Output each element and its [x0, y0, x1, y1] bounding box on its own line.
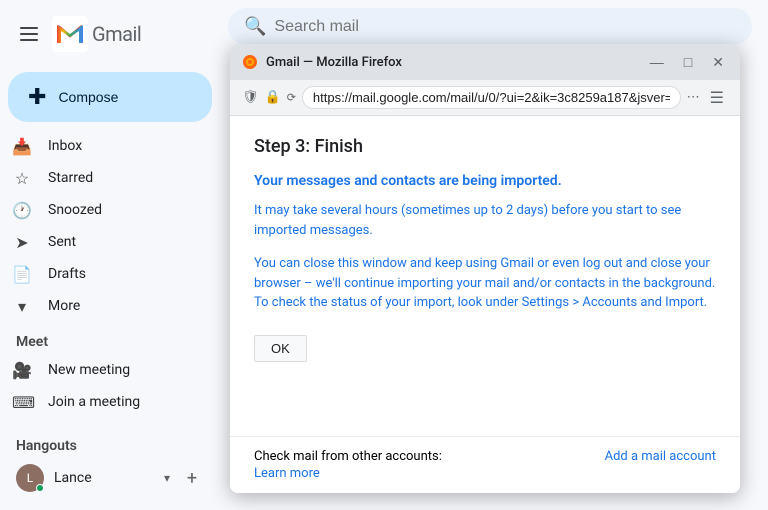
hangouts-user-item[interactable]: L Lance ▾ + — [0, 458, 220, 498]
sidebar-item-starred-label: Starred — [48, 170, 188, 186]
browser-window: Gmail — Mozilla Firefox — □ ✕ 🛡 🔒 ⟳ ⋯ ☰ … — [230, 44, 740, 493]
hangouts-dropdown-icon[interactable]: ▾ — [164, 471, 170, 485]
main-content: 🔍 Gmail — Mozilla Firefox — □ ✕ 🛡 🔒 ⟳ — [220, 0, 768, 510]
hamburger-menu-button[interactable] — [16, 23, 42, 45]
search-icon: 🔍 — [244, 16, 266, 37]
import-para2: You can close this window and keep using… — [254, 254, 716, 313]
meet-section-label: Meet — [0, 322, 220, 354]
sidebar-item-sent-label: Sent — [48, 234, 188, 250]
sidebar-item-join-meeting[interactable]: ⌨ Join a meeting — [0, 386, 204, 418]
browser-titlebar: Gmail — Mozilla Firefox — □ ✕ — [230, 44, 740, 80]
check-mail-row: Check mail from other accounts: Learn mo… — [254, 449, 716, 481]
keyboard-icon: ⌨ — [12, 393, 32, 412]
sidebar-item-drafts-label: Drafts — [48, 266, 188, 282]
browser-menu-button[interactable]: ☰ — [706, 86, 728, 109]
browser-tab-title: Gmail — Mozilla Firefox — [266, 55, 638, 70]
drafts-icon: 📄 — [12, 265, 32, 284]
sidebar-item-sent[interactable]: ➤ Sent — [0, 226, 204, 258]
browser-content: Step 3: Finish Your messages and contact… — [230, 116, 740, 436]
sidebar-item-more-label: More — [48, 298, 188, 314]
compose-button[interactable]: ✚ Compose — [8, 72, 212, 122]
hangouts-section: Hangouts L Lance ▾ + — [0, 426, 220, 498]
video-icon: 🎥 — [12, 361, 32, 380]
check-mail-left: Check mail from other accounts: Learn mo… — [254, 449, 442, 481]
browser-favicon — [242, 54, 258, 70]
sidebar-item-snoozed[interactable]: 🕐 Snoozed — [0, 194, 204, 226]
clock-icon: 🕐 — [12, 201, 32, 220]
browser-window-controls: — □ ✕ — [646, 52, 728, 73]
gmail-text: Gmail — [92, 22, 141, 46]
avatar: L — [16, 464, 44, 492]
browser-minimize-button[interactable]: — — [646, 52, 668, 72]
hangouts-user-name: Lance — [54, 470, 154, 486]
compose-label: Compose — [58, 89, 118, 105]
sidebar-item-more[interactable]: ▾ More — [0, 290, 204, 322]
sidebar-item-starred[interactable]: ☆ Starred — [0, 162, 204, 194]
import-para1: It may take several hours (sometimes up … — [254, 201, 716, 240]
avatar-initial: L — [27, 471, 33, 485]
compose-plus-icon: ✚ — [28, 86, 46, 108]
sidebar-item-inbox-label: Inbox — [48, 138, 188, 154]
address-bar-input[interactable] — [302, 86, 681, 109]
join-meeting-label: Join a meeting — [48, 394, 188, 410]
sidebar-item-inbox[interactable]: 📥 Inbox — [0, 130, 204, 162]
browser-addressbar: 🛡 🔒 ⟳ ⋯ ☰ — [230, 80, 740, 116]
new-meeting-label: New meeting — [48, 362, 188, 378]
sidebar-item-new-meeting[interactable]: 🎥 New meeting — [0, 354, 204, 386]
lock-icon: 🔒 — [265, 90, 281, 105]
more-options-icon[interactable]: ⋯ — [687, 90, 700, 105]
send-icon: ➤ — [12, 233, 32, 252]
reload-icon: ⟳ — [287, 91, 296, 104]
step-title: Step 3: Finish — [254, 136, 716, 157]
header-row: Gmail — [0, 8, 220, 68]
search-input[interactable] — [274, 18, 736, 36]
sidebar-item-drafts[interactable]: 📄 Drafts — [0, 258, 204, 290]
learn-more-link[interactable]: Learn more — [254, 466, 442, 481]
browser-maximize-button[interactable]: □ — [680, 52, 696, 72]
ok-button[interactable]: OK — [254, 335, 307, 362]
import-heading: Your messages and contacts are being imp… — [254, 173, 716, 189]
shield-icon: 🛡 — [242, 90, 259, 105]
add-account-link[interactable]: Add a mail account — [605, 449, 716, 464]
browser-close-button[interactable]: ✕ — [708, 52, 728, 73]
chevron-down-icon: ▾ — [12, 297, 32, 316]
search-bar: 🔍 — [228, 8, 752, 45]
add-hangout-button[interactable]: + — [180, 466, 204, 490]
online-status-dot — [36, 484, 44, 492]
gmail-logo: Gmail — [52, 16, 141, 52]
hangouts-section-label: Hangouts — [0, 426, 220, 458]
star-icon: ☆ — [12, 169, 32, 188]
gmail-m-icon — [52, 16, 88, 52]
sidebar: Gmail ✚ Compose 📥 Inbox ☆ Starred 🕐 Snoo… — [0, 0, 220, 510]
browser-footer: Check mail from other accounts: Learn mo… — [230, 436, 740, 493]
sidebar-item-snoozed-label: Snoozed — [48, 202, 188, 218]
check-mail-label: Check mail from other accounts: — [254, 449, 442, 464]
inbox-icon: 📥 — [12, 137, 32, 156]
